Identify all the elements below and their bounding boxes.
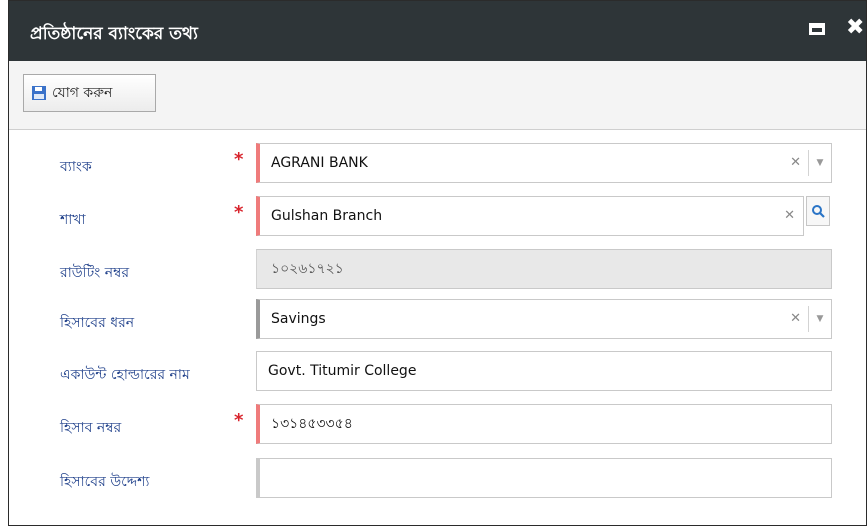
- form-row-branch: শাখা * Gulshan Branch ✕: [9, 196, 866, 238]
- holder-label: একাউন্ট হোল্ডারের নাম: [60, 367, 190, 383]
- clear-icon[interactable]: ✕: [784, 197, 795, 235]
- account-no-field[interactable]: ১৩১৪৫৩৩৫৪: [256, 404, 832, 444]
- required-marker: *: [234, 149, 244, 170]
- branch-value: Gulshan Branch: [271, 208, 383, 224]
- add-button[interactable]: যোগ করুন: [23, 74, 156, 112]
- clear-icon[interactable]: ✕: [790, 300, 801, 338]
- holder-value: Govt. Titumir College: [268, 363, 417, 379]
- account-no-label: হিসাব নম্বর: [60, 420, 122, 436]
- branch-label: শাখা: [60, 212, 86, 228]
- routing-label: রাউটিং নম্বর: [60, 265, 130, 281]
- chevron-down-icon[interactable]: ▼: [808, 306, 831, 332]
- bank-info-dialog: প্রতিষ্ঠানের ব্যাংকের তথ্য ✖ যোগ করুন ব্…: [8, 0, 867, 526]
- close-icon[interactable]: ✖: [846, 17, 864, 39]
- form-row-purpose: হিসাবের উদ্দেশ্য: [9, 458, 866, 500]
- purpose-field[interactable]: [256, 458, 832, 498]
- chevron-down-icon[interactable]: ▼: [808, 150, 831, 176]
- form-row-bank: ব্যাংক * AGRANI BANK ✕ ▼: [9, 143, 866, 185]
- bank-label: ব্যাংক: [60, 159, 92, 175]
- required-marker: *: [234, 410, 244, 431]
- bank-value: AGRANI BANK: [271, 155, 368, 171]
- account-type-select[interactable]: Savings ✕ ▼: [256, 299, 832, 339]
- search-icon: [812, 205, 825, 218]
- account-no-value: ১৩১৪৫৩৩৫৪: [271, 416, 353, 432]
- branch-search-button[interactable]: [806, 196, 830, 226]
- maximize-icon[interactable]: [809, 23, 825, 35]
- clear-icon[interactable]: ✕: [790, 144, 801, 182]
- bank-select[interactable]: AGRANI BANK ✕ ▼: [256, 143, 832, 183]
- routing-field: ১০২৬১৭২১: [256, 249, 832, 289]
- add-button-label: যোগ করুন: [52, 85, 113, 101]
- form-row-account-no: হিসাব নম্বর * ১৩১৪৫৩৩৫৪: [9, 404, 866, 446]
- form-row-account-type: হিসাবের ধরন Savings ✕ ▼: [9, 299, 866, 341]
- save-floppy-icon: [32, 86, 46, 100]
- purpose-label: হিসাবের উদ্দেশ্য: [60, 474, 150, 490]
- required-marker: *: [234, 202, 244, 223]
- form-row-routing: রাউটিং নম্বর ১০২৬১৭২১: [9, 249, 866, 291]
- branch-field[interactable]: Gulshan Branch ✕: [256, 196, 804, 236]
- account-type-label: হিসাবের ধরন: [60, 315, 135, 331]
- dialog-title: প্রতিষ্ঠানের ব্যাংকের তথ্য: [30, 24, 198, 44]
- account-type-value: Savings: [271, 311, 326, 327]
- holder-name-field[interactable]: Govt. Titumir College: [256, 351, 832, 391]
- routing-value: ১০২৬১৭২১: [271, 261, 344, 277]
- dialog-titlebar: প্রতিষ্ঠানের ব্যাংকের তথ্য ✖: [9, 1, 866, 61]
- form-row-holder: একাউন্ট হোল্ডারের নাম Govt. Titumir Coll…: [9, 351, 866, 393]
- toolbar: যোগ করুন: [9, 61, 866, 130]
